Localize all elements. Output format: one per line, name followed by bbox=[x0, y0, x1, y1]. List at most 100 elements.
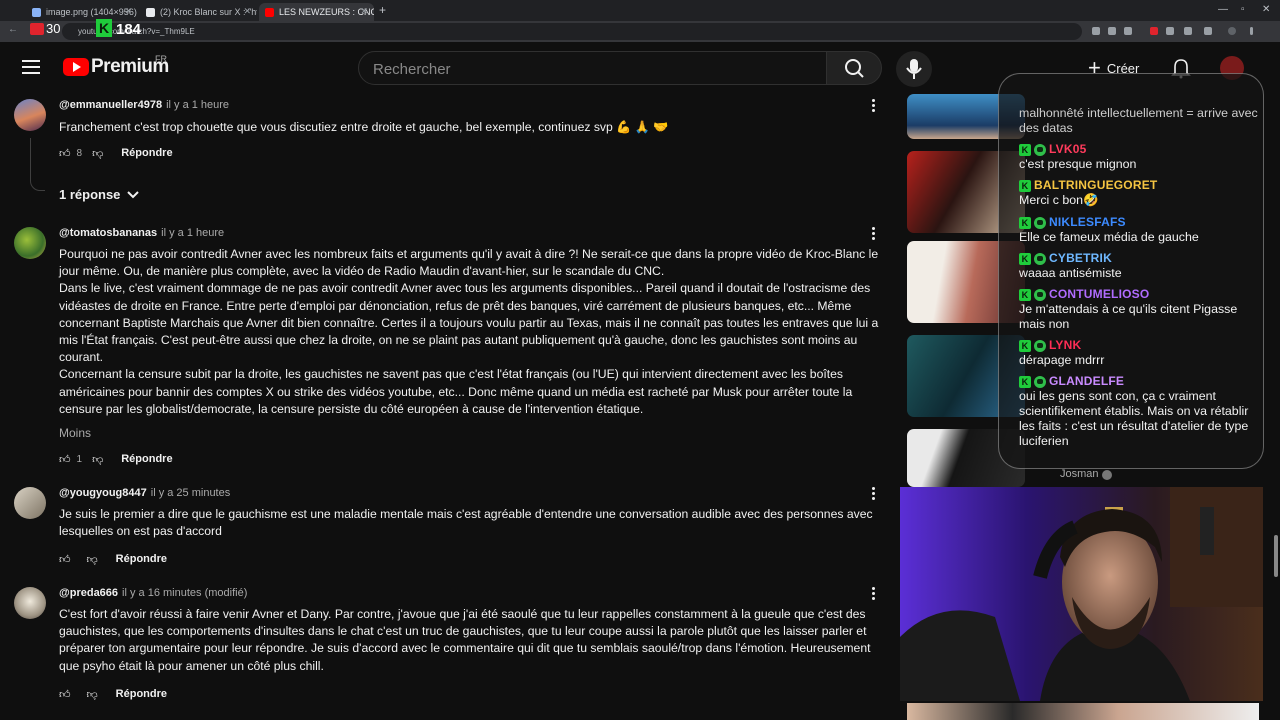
reply-button[interactable]: Répondre bbox=[116, 553, 167, 565]
channel-name[interactable]: Josman bbox=[1060, 468, 1099, 480]
subscriber-badge-icon bbox=[1034, 339, 1046, 352]
search-button[interactable] bbox=[826, 51, 882, 85]
comment-time[interactable]: il y a 25 minutes bbox=[151, 487, 230, 499]
extension-icon[interactable] bbox=[1092, 27, 1100, 35]
comment-menu-icon[interactable] bbox=[872, 587, 878, 602]
kick-badge-icon: K bbox=[1019, 288, 1031, 301]
new-tab-button[interactable]: + bbox=[379, 3, 386, 17]
like-icon[interactable]: 👍︎ bbox=[59, 453, 71, 466]
kick-badge-icon: K bbox=[1019, 339, 1031, 352]
comment-paragraph: Je suis le premier a dire que le gauchis… bbox=[59, 507, 873, 539]
comment-time[interactable]: il y a 1 heure bbox=[166, 99, 229, 111]
chat-message-text: Je m'attendais à ce qu'ils citent Pigass… bbox=[1019, 302, 1238, 331]
minimize-icon[interactable]: — bbox=[1218, 4, 1228, 15]
maximize-icon[interactable]: ▫ bbox=[1241, 4, 1245, 15]
youtube-logo-icon[interactable] bbox=[63, 58, 89, 76]
comment-menu-icon[interactable] bbox=[872, 487, 878, 502]
comment-menu-icon[interactable] bbox=[872, 227, 878, 242]
chat-username: LYNK bbox=[1049, 338, 1082, 352]
kick-badge-icon: K bbox=[1019, 179, 1031, 192]
reply-button[interactable]: Répondre bbox=[121, 147, 172, 159]
comment-header: @preda666 il y a 16 minutes (modifié) bbox=[59, 587, 247, 599]
verified-badge-icon bbox=[1102, 470, 1112, 480]
comment-header: @emmanueller4978 il y a 1 heure bbox=[59, 99, 229, 111]
comment: @tomatosbananas il y a 1 heure Pourquoi n… bbox=[14, 227, 884, 472]
profile-icon[interactable] bbox=[1228, 27, 1236, 35]
voice-search-button[interactable] bbox=[896, 51, 932, 87]
show-less-button[interactable]: Moins bbox=[59, 426, 91, 440]
comment-text: Pourquoi ne pas avoir contredit Avner av… bbox=[59, 246, 885, 418]
overlay-prefix: 30 bbox=[46, 21, 61, 36]
close-window-icon[interactable]: ✕ bbox=[1262, 4, 1270, 15]
extension-icon[interactable] bbox=[1150, 27, 1158, 35]
like-icon[interactable]: 👍︎ bbox=[59, 147, 71, 160]
chat-message-text: c'est presque mignon bbox=[1019, 157, 1137, 171]
chat-username: CYBETRIK bbox=[1049, 251, 1112, 265]
comment-menu-icon[interactable] bbox=[872, 99, 878, 114]
subscriber-badge-icon bbox=[1034, 288, 1046, 301]
chat-message: K BALTRINGUEGORET Merci c bon🤣 bbox=[1019, 178, 1264, 208]
back-icon[interactable]: ← bbox=[8, 24, 18, 35]
close-tab-icon[interactable]: ✕ bbox=[243, 6, 251, 17]
kick-badge-icon: K bbox=[1019, 143, 1031, 156]
comment-author[interactable]: @preda666 bbox=[59, 587, 118, 599]
chat-username: LVK05 bbox=[1049, 142, 1087, 156]
search-icon bbox=[845, 59, 864, 78]
chat-message-text: dérapage mdrrr bbox=[1019, 353, 1105, 367]
chat-username: CONTUMELIOSO bbox=[1049, 287, 1150, 301]
browser-tab-youtube[interactable]: LES NEWZEURS : CNC TALENT... ✕ bbox=[259, 3, 374, 21]
thread-connector bbox=[30, 138, 45, 191]
reply-button[interactable]: Répondre bbox=[116, 688, 167, 700]
chat-username: GLANDELFE bbox=[1049, 374, 1125, 388]
address-bar[interactable]: youtube.com/watch?v=_Thm9LE bbox=[62, 23, 1082, 40]
avatar[interactable] bbox=[14, 587, 46, 619]
youtube-tab-icon bbox=[265, 7, 274, 17]
reply-button[interactable]: Répondre bbox=[121, 453, 172, 465]
dislike-icon[interactable]: 👎︎ bbox=[92, 147, 103, 160]
webcam-feed bbox=[900, 487, 1263, 701]
tab-title: image.png (1404×956) bbox=[46, 7, 137, 17]
browser-menu-icon[interactable] bbox=[1250, 27, 1253, 35]
comment-time[interactable]: il y a 16 minutes (modifié) bbox=[122, 587, 247, 599]
comment-time[interactable]: il y a 1 heure bbox=[161, 227, 224, 239]
extension-icon[interactable] bbox=[1166, 27, 1174, 35]
avatar[interactable] bbox=[14, 227, 46, 259]
close-tab-icon[interactable]: ✕ bbox=[124, 6, 132, 17]
search-input[interactable] bbox=[359, 52, 815, 86]
like-count: 8 bbox=[76, 147, 83, 159]
extensions-puzzle-icon[interactable] bbox=[1204, 27, 1212, 35]
browser-tab-x[interactable]: (2) Kroc Blanc sur X : "https://... ✕ bbox=[140, 3, 257, 21]
chevron-down-icon bbox=[127, 190, 140, 198]
comment-author[interactable]: @tomatosbananas bbox=[59, 227, 157, 239]
close-tab-icon[interactable]: ✕ bbox=[360, 6, 368, 17]
suggested-video-thumbnail[interactable] bbox=[907, 703, 1259, 720]
hamburger-menu-icon[interactable] bbox=[22, 60, 40, 74]
like-icon[interactable]: 👍︎ bbox=[59, 688, 71, 701]
extension-icon[interactable] bbox=[1184, 27, 1192, 35]
comment-paragraph: Pourquoi ne pas avoir contredit Avner av… bbox=[59, 247, 879, 279]
kick-badge-icon: K bbox=[1019, 216, 1031, 229]
chat-username: BALTRINGUEGORET bbox=[1034, 178, 1158, 192]
dislike-icon[interactable]: 👎︎ bbox=[87, 688, 98, 701]
browser-tab-image[interactable]: image.png (1404×956) ✕ bbox=[26, 3, 138, 21]
view-replies-button[interactable]: 1 réponse bbox=[59, 187, 140, 202]
tab-title: (2) Kroc Blanc sur X : "https://... bbox=[160, 7, 257, 17]
like-icon[interactable]: 👍︎ bbox=[59, 553, 71, 566]
dislike-icon[interactable]: 👎︎ bbox=[92, 453, 103, 466]
zoom-icon[interactable] bbox=[1108, 27, 1116, 35]
comment-author[interactable]: @yougyoug8447 bbox=[59, 487, 147, 499]
avatar[interactable] bbox=[14, 99, 46, 131]
page-scrollbar-thumb[interactable] bbox=[1274, 535, 1278, 577]
dislike-icon[interactable]: 👎︎ bbox=[87, 553, 98, 566]
comment-paragraph: C'est fort d'avoir réussi à faire venir … bbox=[59, 607, 871, 673]
chat-message-text: waaaa antisémiste bbox=[1019, 266, 1122, 280]
x-logo-icon bbox=[146, 7, 155, 17]
search-box[interactable] bbox=[358, 51, 827, 86]
chat-message: K CONTUMELIOSO Je m'attendais à ce qu'ils… bbox=[1019, 287, 1264, 332]
comment-author[interactable]: @emmanueller4978 bbox=[59, 99, 162, 111]
image-tab-icon bbox=[32, 7, 41, 17]
comment-paragraph: Concernant la censure subit par la droit… bbox=[59, 367, 853, 416]
chat-message: K CYBETRIK waaaa antisémiste bbox=[1019, 251, 1264, 281]
avatar[interactable] bbox=[14, 487, 46, 519]
bookmark-star-icon[interactable] bbox=[1124, 27, 1132, 35]
